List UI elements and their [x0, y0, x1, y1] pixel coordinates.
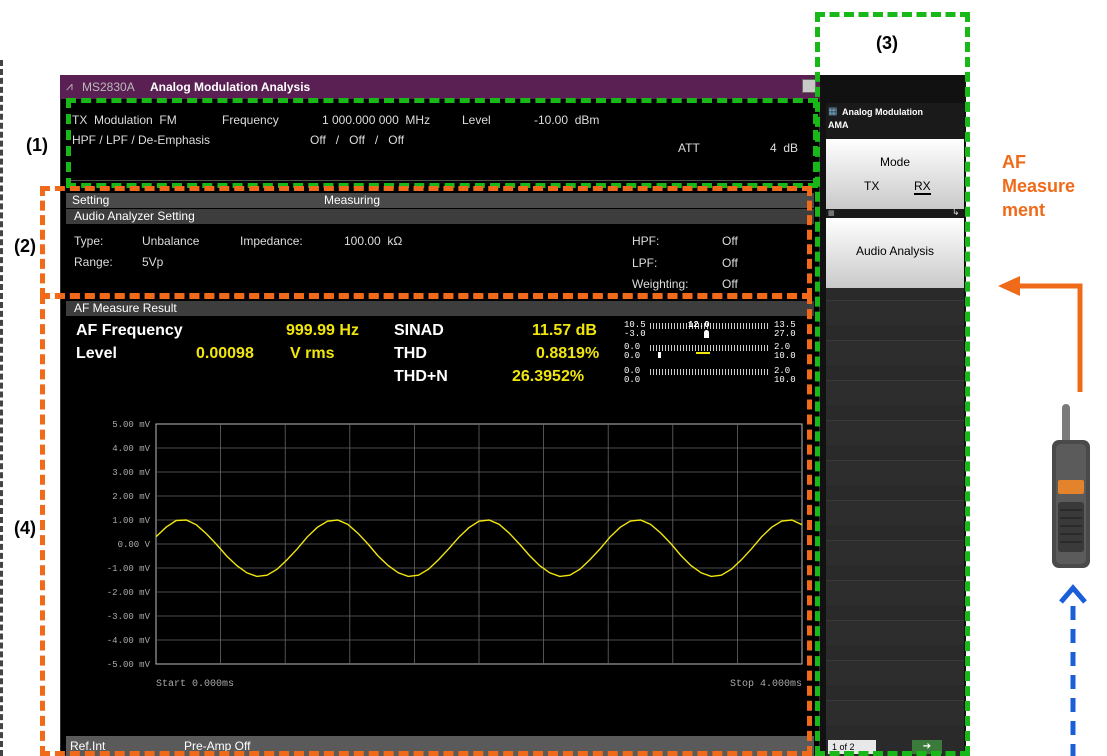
left-edge-dashes	[0, 60, 6, 756]
region-3-outline	[815, 12, 970, 756]
region-3-label: (3)	[876, 33, 898, 53]
af-measurement-line1: AF	[1002, 152, 1026, 172]
app-title: Analog Modulation Analysis	[150, 80, 311, 94]
region-2-label: (2)	[14, 236, 36, 256]
blue-arrow-icon	[1059, 584, 1087, 756]
title-bar: ⩘ MS2830A Analog Modulation Analysis	[60, 75, 820, 99]
brand-label: MS2830A	[82, 80, 135, 94]
anritsu-logo-icon: ⩘	[66, 79, 73, 93]
region-1-label: (1)	[26, 135, 48, 155]
handheld-radio-icon	[1052, 404, 1090, 568]
region-4-label: (4)	[14, 518, 36, 538]
orange-arrow-icon	[998, 276, 1083, 392]
window-control-button[interactable]	[802, 79, 816, 93]
af-measurement-line2: Measure	[1002, 176, 1076, 196]
region-2-outline	[40, 186, 812, 298]
region-4-outline	[40, 294, 812, 756]
af-measurement-annotation: AF Measure ment	[1002, 150, 1075, 222]
af-measurement-line3: ment	[1002, 200, 1046, 220]
region-1-outline	[66, 98, 818, 188]
